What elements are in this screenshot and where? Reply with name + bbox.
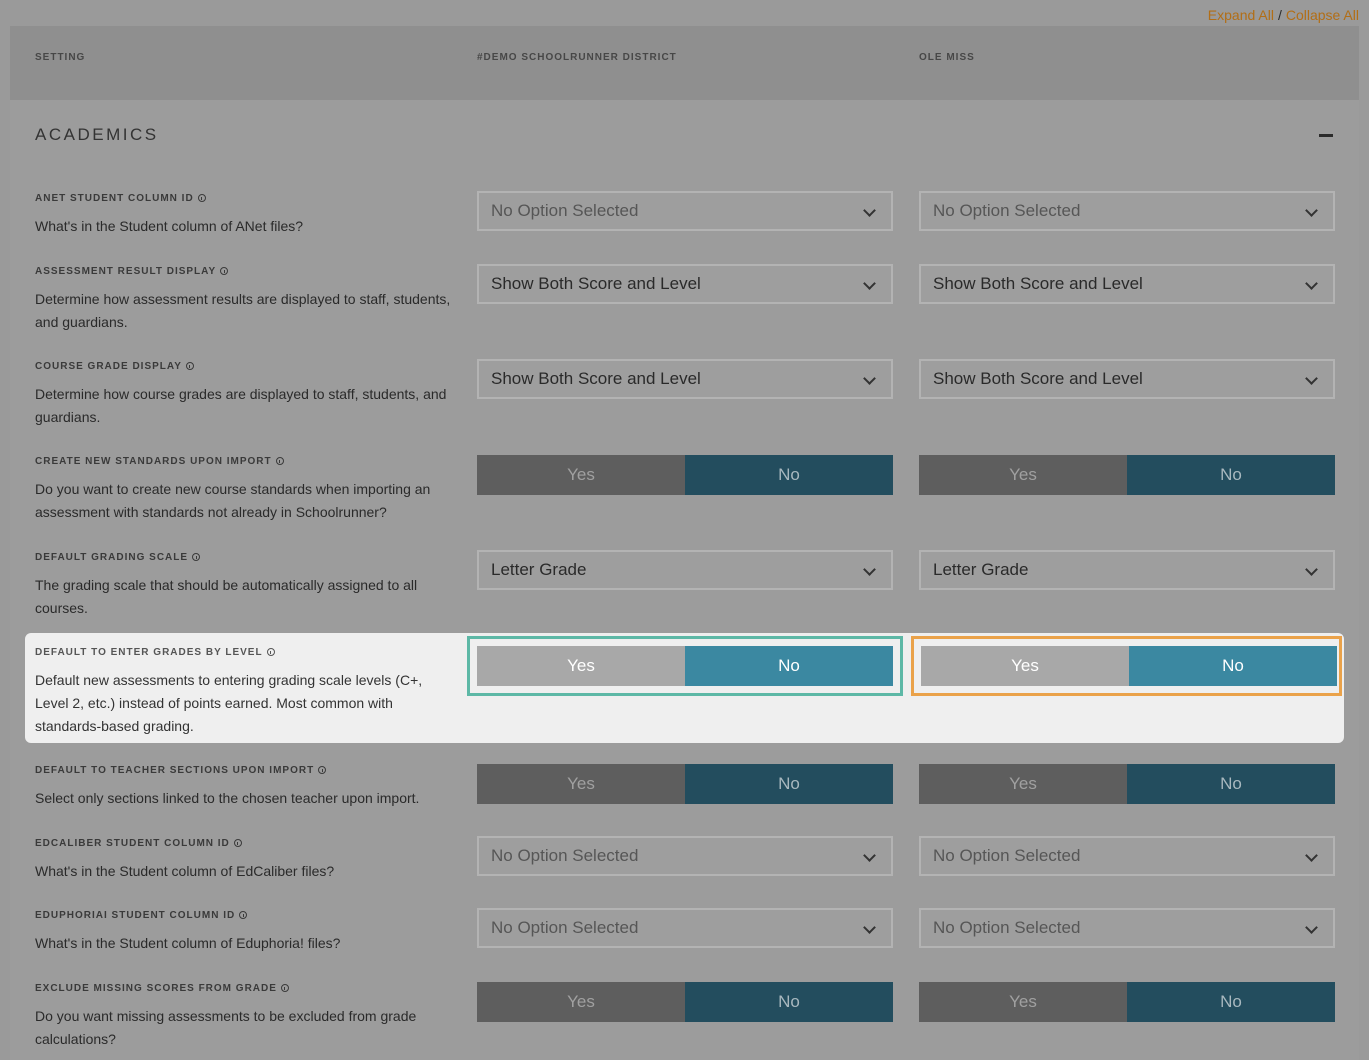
- chevron-down-icon: [1305, 204, 1318, 217]
- info-icon[interactable]: [233, 839, 242, 847]
- school-select[interactable]: No Option Selected: [919, 836, 1335, 876]
- setting-label: DEFAULT TO ENTER GRADES BY LEVEL: [35, 647, 275, 658]
- column-header: SETTING #DEMO SCHOOLRUNNER DISTRICT OLE …: [10, 26, 1359, 100]
- school-select[interactable]: Show Both Score and Level: [919, 359, 1335, 399]
- toggle-no-button[interactable]: No: [1127, 982, 1335, 1022]
- school-select[interactable]: No Option Selected: [919, 191, 1335, 231]
- district-select[interactable]: No Option Selected: [477, 836, 893, 876]
- chevron-down-icon: [863, 277, 876, 290]
- toggle-no-button[interactable]: No: [685, 764, 893, 804]
- toggle-no-button[interactable]: No: [685, 646, 893, 686]
- column-district: #DEMO SCHOOLRUNNER DISTRICT: [477, 52, 677, 63]
- district-toggle: Yes No: [477, 764, 893, 804]
- setting-label: DEFAULT TO TEACHER SECTIONS UPON IMPORT: [35, 765, 327, 776]
- info-icon[interactable]: [266, 648, 275, 656]
- toggle-yes-button[interactable]: Yes: [921, 646, 1129, 686]
- setting-label: EXCLUDE MISSING SCORES FROM GRADE: [35, 983, 289, 994]
- district-select[interactable]: Letter Grade: [477, 550, 893, 590]
- toggle-yes-button[interactable]: Yes: [477, 764, 685, 804]
- school-toggle: Yes No: [921, 646, 1337, 686]
- info-icon[interactable]: [185, 362, 194, 370]
- settings-panel: SETTING #DEMO SCHOOLRUNNER DISTRICT OLE …: [10, 26, 1359, 1060]
- toggle-no-button[interactable]: No: [1129, 646, 1337, 686]
- toggle-yes-button[interactable]: Yes: [919, 455, 1127, 495]
- info-icon[interactable]: [280, 984, 289, 992]
- district-highlight-box: Yes No: [467, 636, 903, 696]
- school-toggle: Yes No: [919, 455, 1335, 495]
- toggle-no-button[interactable]: No: [1127, 455, 1335, 495]
- setting-label: EDUPHORIAI STUDENT COLUMN ID: [35, 910, 248, 921]
- school-select[interactable]: No Option Selected: [919, 908, 1335, 948]
- toggle-no-button[interactable]: No: [1127, 764, 1335, 804]
- setting-row-default-to-enter-grades-by-level: DEFAULT TO ENTER GRADES BY LEVEL Default…: [25, 633, 1344, 743]
- chevron-down-icon: [863, 563, 876, 576]
- chevron-down-icon: [863, 204, 876, 217]
- district-select[interactable]: Show Both Score and Level: [477, 359, 893, 399]
- school-toggle: Yes No: [919, 764, 1335, 804]
- chevron-down-icon: [1305, 563, 1318, 576]
- setting-label: EDCALIBER STUDENT COLUMN ID: [35, 838, 242, 849]
- chevron-down-icon: [863, 921, 876, 934]
- chevron-down-icon: [863, 372, 876, 385]
- link-separator: /: [1277, 7, 1282, 23]
- toggle-no-button[interactable]: No: [685, 982, 893, 1022]
- collapse-all-link[interactable]: Collapse All: [1286, 7, 1359, 23]
- info-icon[interactable]: [220, 267, 229, 275]
- toggle-yes-button[interactable]: Yes: [477, 455, 685, 495]
- district-select[interactable]: No Option Selected: [477, 908, 893, 948]
- setting-description: Do you want to create new course standar…: [35, 481, 431, 520]
- toggle-yes-button[interactable]: Yes: [919, 982, 1127, 1022]
- chevron-down-icon: [1305, 277, 1318, 290]
- school-highlight-box: Yes No: [911, 636, 1342, 696]
- column-school: OLE MISS: [919, 52, 975, 63]
- chevron-down-icon: [1305, 372, 1318, 385]
- section-title: ACADEMICS: [35, 125, 159, 144]
- district-select[interactable]: No Option Selected: [477, 191, 893, 231]
- chevron-down-icon: [863, 849, 876, 862]
- chevron-down-icon: [1305, 921, 1318, 934]
- toggle-yes-button[interactable]: Yes: [477, 646, 685, 686]
- setting-description: Determine how assessment results are dis…: [35, 291, 451, 330]
- setting-description: What's in the Student column of EdCalibe…: [35, 863, 335, 879]
- district-toggle: Yes No: [477, 646, 893, 686]
- setting-description: Select only sections linked to the chose…: [35, 790, 420, 806]
- toggle-yes-button[interactable]: Yes: [477, 982, 685, 1022]
- toggle-yes-button[interactable]: Yes: [919, 764, 1127, 804]
- school-select[interactable]: Show Both Score and Level: [919, 264, 1335, 304]
- district-select[interactable]: Show Both Score and Level: [477, 264, 893, 304]
- toggle-no-button[interactable]: No: [685, 455, 893, 495]
- column-setting: SETTING: [35, 52, 86, 63]
- info-icon[interactable]: [318, 766, 327, 774]
- setting-description: Determine how course grades are displaye…: [35, 386, 447, 425]
- setting-description: What's in the Student column of Eduphori…: [35, 935, 341, 951]
- setting-label: CREATE NEW STANDARDS UPON IMPORT: [35, 456, 284, 467]
- setting-description: Do you want missing assessments to be ex…: [35, 1008, 417, 1047]
- info-icon[interactable]: [239, 911, 248, 919]
- info-icon[interactable]: [275, 457, 284, 465]
- school-select[interactable]: Letter Grade: [919, 550, 1335, 590]
- setting-label: ANET STUDENT COLUMN ID: [35, 193, 206, 204]
- collapse-section-icon[interactable]: [1319, 134, 1333, 137]
- setting-label: DEFAULT GRADING SCALE: [35, 552, 201, 563]
- school-toggle: Yes No: [919, 982, 1335, 1022]
- setting-description: The grading scale that should be automat…: [35, 577, 418, 616]
- chevron-down-icon: [1305, 849, 1318, 862]
- expand-all-link[interactable]: Expand All: [1208, 7, 1274, 23]
- setting-label: ASSESSMENT RESULT DISPLAY: [35, 266, 229, 277]
- setting-description: What's in the Student column of ANet fil…: [35, 218, 304, 234]
- district-toggle: Yes No: [477, 982, 893, 1022]
- district-toggle: Yes No: [477, 455, 893, 495]
- info-icon[interactable]: [197, 194, 206, 202]
- setting-description: Default new assessments to entering grad…: [35, 672, 423, 734]
- expand-collapse-links: Expand All / Collapse All: [1208, 7, 1359, 23]
- info-icon[interactable]: [192, 553, 201, 561]
- setting-label: COURSE GRADE DISPLAY: [35, 361, 194, 372]
